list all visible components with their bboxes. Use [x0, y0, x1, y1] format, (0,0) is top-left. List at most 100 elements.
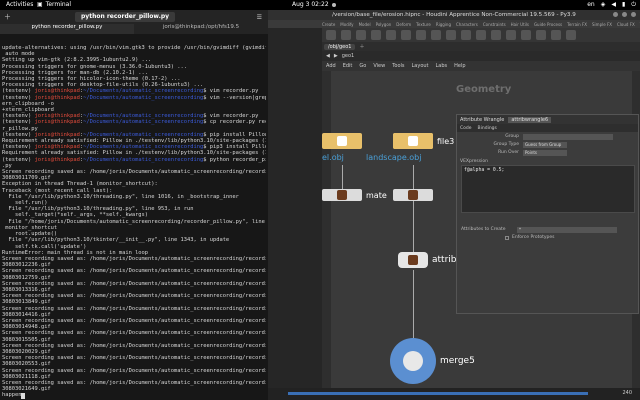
shelf-tool-icon[interactable] [431, 30, 441, 40]
language-indicator[interactable]: en [587, 1, 595, 9]
terminal-line: (testenv) joris@thinkpad:~/Documents/aut… [2, 156, 266, 163]
file-node-icon [393, 133, 433, 149]
add-tab-icon[interactable]: ＋ [359, 43, 364, 50]
viewport-toolbar [268, 28, 322, 400]
shelf-tab[interactable]: Modify [340, 22, 353, 27]
shelf-tool-icon[interactable] [536, 30, 546, 40]
shelf-tool-icon[interactable] [446, 30, 456, 40]
file2-sublabel: el.obj [322, 153, 344, 162]
menu-go[interactable]: Go [359, 63, 366, 69]
file4-node[interactable] [393, 132, 433, 150]
tab-code[interactable]: Code [460, 126, 472, 131]
menu-help[interactable]: Help [454, 63, 465, 69]
menu-labs[interactable]: Labs [436, 63, 448, 69]
shelf-tool-icon[interactable] [401, 30, 411, 40]
shelf-tool-icon[interactable] [461, 30, 471, 40]
material-node-1[interactable]: mate [322, 189, 387, 201]
shelf-tool-icon[interactable] [326, 30, 336, 40]
group-type-select[interactable]: Guess from Group [523, 141, 567, 148]
enforce-prototypes-checkbox[interactable]: Enforce Prototypes [505, 235, 555, 240]
menu-edit[interactable]: Edit [343, 63, 353, 69]
parm-label: Group [505, 134, 519, 139]
terminal-input-line[interactable]: happen [2, 392, 266, 399]
shelf-tool-icon[interactable] [476, 30, 486, 40]
parm-row-group: Group [457, 133, 640, 140]
checkbox-label: Enforce Prototypes [512, 235, 555, 240]
tab-obj-geo1[interactable]: /obj/geo1 [324, 43, 356, 50]
parm-tabs: Code Bindings [457, 124, 638, 132]
menu-add[interactable]: Add [326, 63, 336, 69]
run-over-select[interactable]: Points [523, 149, 567, 156]
network-editor[interactable]: /obj/geo1 ＋ ◀ ▶ geo1 Add Edit Go View Tools L… [322, 42, 640, 400]
shelf-tab[interactable]: Polygon [376, 22, 392, 27]
close-button[interactable] [631, 12, 636, 17]
activities-button[interactable]: Activities [6, 1, 33, 8]
maximize-button[interactable] [622, 12, 627, 17]
terminal-window: ＋ python recorder_pillow.py ☰ python rec… [0, 10, 268, 400]
minimize-button[interactable] [613, 12, 618, 17]
shelf-tab[interactable]: Cloud FX [617, 22, 635, 27]
terminal-menu-icon[interactable]: ☰ [257, 14, 262, 21]
node-wire [413, 165, 414, 189]
path-segment[interactable]: geo1 [342, 53, 355, 59]
menu-layout[interactable]: Layout [412, 63, 429, 69]
shelf-tab[interactable]: Model [359, 22, 371, 27]
terminal-line: File "/home/joris/Documents/automatic_sc… [2, 218, 266, 225]
terminal-input-text: happen [2, 392, 22, 399]
terminal-output[interactable]: update-alternatives: using /usr/bin/vim.… [2, 45, 266, 400]
shelf-tool-icon[interactable] [506, 30, 516, 40]
shelf-tool-icon[interactable] [551, 30, 561, 40]
vex-code-editor[interactable]: f@alpha = 0.5; [461, 165, 635, 213]
tab-recorder[interactable]: python recorder_pillow.py [0, 24, 134, 34]
shelf-tab[interactable]: Constraints [483, 22, 506, 27]
new-tab-icon[interactable]: ＋ [4, 12, 11, 22]
shelf-tab[interactable]: Texture [416, 22, 431, 27]
attributes-field[interactable]: * [517, 226, 617, 233]
shelf-tool-icon[interactable] [356, 30, 366, 40]
shelf-tool-icon[interactable] [371, 30, 381, 40]
back-icon[interactable]: ◀ [326, 53, 330, 59]
shelf-tool-icon[interactable] [416, 30, 426, 40]
node-label: mate [366, 190, 387, 200]
shelf-tab[interactable]: Hair Utils [511, 22, 529, 27]
terminal-line: Screen recording saved as: /home/joris/D… [2, 330, 266, 337]
shelf-tool-icon[interactable] [341, 30, 351, 40]
end-frame-field[interactable]: 240 [622, 390, 632, 396]
clock[interactable]: Aug 3 02:22 [292, 1, 336, 8]
shelf-tab[interactable]: Rigging [436, 22, 451, 27]
file2-node[interactable] [322, 132, 362, 150]
network-path-bar: ◀ ▶ geo1 [322, 51, 640, 61]
battery-icon: ▮ [621, 1, 626, 8]
terminal-line: (testenv) joris@thinkpad:~/Documents/aut… [2, 94, 266, 101]
shelf-tab[interactable]: Characters [456, 22, 478, 27]
material-node-2[interactable] [393, 189, 433, 201]
parm-label: Group Type [493, 142, 519, 147]
context-label: Geometry [456, 84, 512, 95]
material-node-icon [322, 189, 362, 201]
shelf-tab[interactable]: Create [322, 22, 335, 27]
shelf-tool-icon[interactable] [566, 30, 576, 40]
parm-node-name[interactable]: attribwrangle6 [508, 116, 552, 123]
menu-tools[interactable]: Tools [392, 63, 404, 69]
timeline-bar[interactable] [288, 392, 588, 395]
shelf-tool-icon[interactable] [521, 30, 531, 40]
system-tray[interactable]: en ◈ ◀ ▮ ⏻ [587, 1, 636, 9]
houdini-title: /version/base_file/erosion.hipnc - Houdi… [268, 10, 640, 20]
shelf-tab[interactable]: Deform [396, 22, 411, 27]
shelf-tool-icon[interactable] [386, 30, 396, 40]
node-wire [413, 270, 414, 338]
checkbox-box [505, 235, 509, 240]
shelf-tab[interactable]: Terrain FX [567, 22, 587, 27]
tab-bindings[interactable]: Bindings [478, 126, 497, 131]
terminal-line: (testenv) joris@thinkpad:~/Documents/aut… [2, 119, 266, 126]
tab-hfs[interactable]: joris@thinkpad:/opt/hfs19.5 [134, 24, 268, 34]
shelf-tool-icon[interactable] [491, 30, 501, 40]
shelf-tab[interactable]: Simple FX [592, 22, 612, 27]
timeline[interactable]: 240 [268, 388, 640, 400]
merge5-node[interactable]: merge5 [390, 338, 475, 384]
forward-icon[interactable]: ▶ [334, 53, 338, 59]
menu-view[interactable]: View [373, 63, 385, 69]
shelf-tab[interactable]: Guide Process [534, 22, 562, 27]
group-field[interactable] [523, 133, 613, 140]
app-menu[interactable]: ▣ Terminal [37, 1, 71, 8]
